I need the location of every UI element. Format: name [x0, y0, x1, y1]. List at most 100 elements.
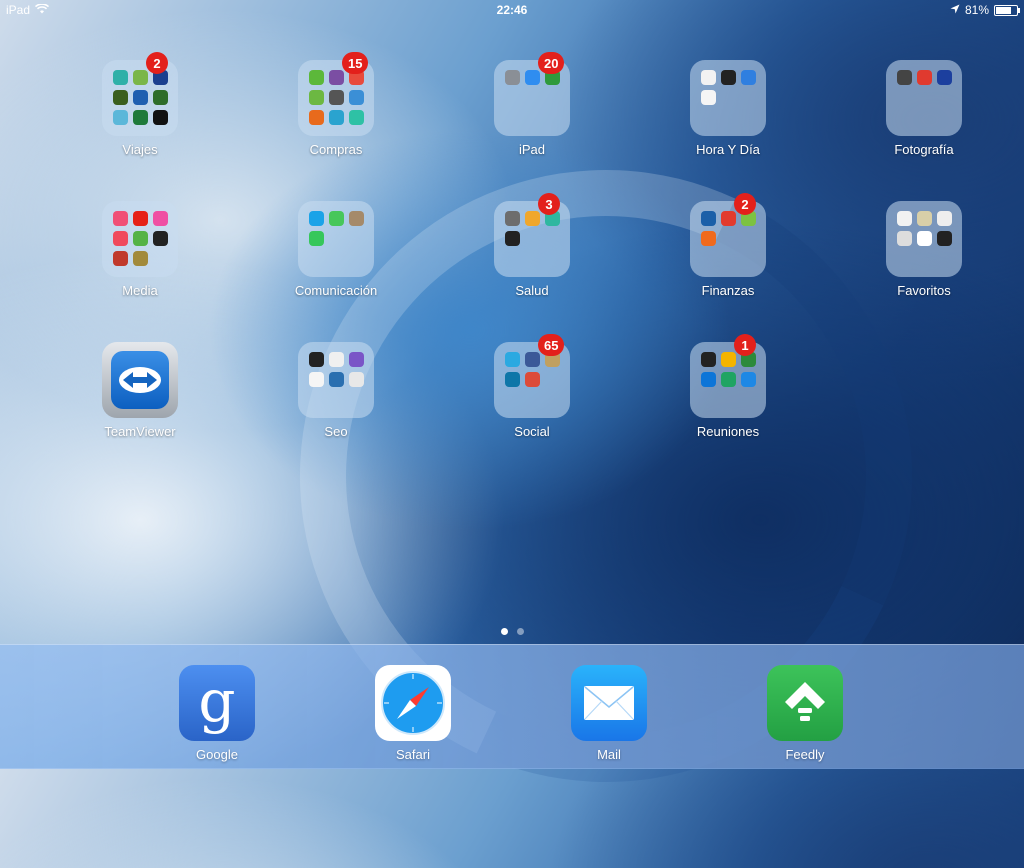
mini-app-icon: [308, 110, 324, 125]
folder-ipad[interactable]: 20 iPad: [434, 52, 630, 201]
mini-app-icon: [328, 70, 344, 85]
app-label: Media: [122, 283, 158, 298]
notification-badge: 65: [538, 334, 565, 356]
dock-app-safari[interactable]: Safari: [353, 665, 473, 762]
mini-app-icon: [328, 352, 344, 367]
mini-app-icon: [720, 70, 736, 85]
mini-app-icon: [132, 211, 148, 226]
folder-icon[interactable]: [102, 201, 178, 277]
mini-app-icon: [700, 211, 716, 226]
folder-icon[interactable]: [690, 60, 766, 136]
folder-reuniones[interactable]: 1 Reuniones: [630, 334, 826, 483]
google-icon[interactable]: g: [179, 665, 255, 741]
mini-app-icon: [524, 70, 540, 85]
dock-app-google[interactable]: g Google: [157, 665, 277, 762]
folder-viajes[interactable]: 2 Viajes: [42, 52, 238, 201]
mini-app-icon: [504, 211, 520, 226]
mini-app-icon: [328, 90, 344, 105]
mini-app-icon: [348, 211, 364, 226]
dock-label-google: Google: [196, 747, 238, 762]
notification-badge: 3: [538, 193, 560, 215]
page-indicator[interactable]: [0, 628, 1024, 635]
mini-app-icon: [700, 231, 716, 246]
safari-compass-icon[interactable]: [375, 665, 451, 741]
dock: g Google Safari Mail Feedly: [0, 644, 1024, 769]
mini-app-icon: [504, 70, 520, 85]
folder-social[interactable]: 65 Social: [434, 334, 630, 483]
mini-app-icon: [112, 251, 128, 266]
mini-app-icon: [916, 70, 932, 85]
mini-app-icon: [740, 372, 756, 387]
dock-app-feedly[interactable]: Feedly: [745, 665, 865, 762]
mini-app-icon: [348, 352, 364, 367]
page-dot[interactable]: [500, 628, 508, 635]
mini-app-icon: [896, 231, 912, 246]
mini-app-icon: [720, 211, 736, 226]
dock-app-mail[interactable]: Mail: [549, 665, 669, 762]
mini-app-icon: [348, 90, 364, 105]
folder-icon[interactable]: [886, 60, 962, 136]
mini-app-icon: [936, 70, 952, 85]
notification-badge: 20: [538, 52, 565, 74]
home-screen-grid: 2 Viajes 15 Compras 20 iPad Hora Y Día Fotograf…: [42, 52, 1002, 483]
status-time: 22:46: [496, 3, 528, 17]
folder-icon[interactable]: [494, 201, 570, 277]
feedly-icon[interactable]: [767, 665, 843, 741]
app-label: Viajes: [122, 142, 158, 157]
mini-app-icon: [916, 231, 932, 246]
mini-app-icon: [132, 90, 148, 105]
mini-app-icon: [152, 90, 168, 105]
mini-app-icon: [504, 372, 520, 387]
dock-label-feedly: Feedly: [785, 747, 825, 762]
mini-app-icon: [308, 352, 324, 367]
mini-app-icon: [348, 110, 364, 125]
mini-app-icon: [328, 211, 344, 226]
mail-envelope-icon[interactable]: [571, 665, 647, 741]
mini-app-icon: [152, 231, 168, 246]
mini-app-icon: [152, 110, 168, 125]
dock-label-mail: Mail: [597, 747, 621, 762]
folder-fotografia[interactable]: Fotografía: [826, 60, 1022, 201]
mini-app-icon: [896, 70, 912, 85]
app-label: iPad: [518, 142, 546, 157]
folder-icon[interactable]: [298, 342, 374, 418]
mini-app-icon: [308, 231, 324, 246]
page-dot[interactable]: [516, 628, 524, 635]
folder-compras[interactable]: 15 Compras: [238, 52, 434, 201]
folder-icon[interactable]: [690, 342, 766, 418]
mini-app-icon: [916, 211, 932, 226]
folder-icon[interactable]: [298, 201, 374, 277]
folder-media[interactable]: Media: [42, 201, 238, 342]
app-label: Compras: [309, 142, 363, 157]
folder-icon[interactable]: [102, 60, 178, 136]
app-label: Social: [514, 424, 550, 439]
folder-salud[interactable]: 3 Salud: [434, 193, 630, 342]
app-label: Finanzas: [701, 283, 755, 298]
status-bar: iPad 22:46 81%: [0, 0, 1024, 20]
app-label: Salud: [515, 283, 549, 298]
app-label: TeamViewer: [104, 424, 176, 439]
folder-comunicacion[interactable]: Comunicación: [238, 201, 434, 342]
app-label: Favoritos: [897, 283, 951, 298]
notification-badge: 2: [146, 52, 168, 74]
mini-app-icon: [308, 211, 324, 226]
mini-app-icon: [524, 352, 540, 367]
mini-app-icon: [112, 70, 128, 85]
folder-finanzas[interactable]: 2 Finanzas: [630, 193, 826, 342]
folder-hora-y-dia[interactable]: Hora Y Día: [630, 60, 826, 201]
teamviewer-icon[interactable]: [102, 342, 178, 418]
folder-icon[interactable]: [886, 201, 962, 277]
folder-favoritos[interactable]: Favoritos: [826, 201, 1022, 342]
notification-badge: 15: [342, 52, 369, 74]
location-arrow-icon: [950, 3, 960, 17]
mini-app-icon: [700, 70, 716, 85]
mini-app-icon: [132, 251, 148, 266]
mini-app-icon: [524, 211, 540, 226]
app-teamviewer[interactable]: TeamViewer: [42, 342, 238, 483]
mini-app-icon: [112, 211, 128, 226]
mini-app-icon: [132, 70, 148, 85]
folder-icon[interactable]: [690, 201, 766, 277]
teamviewer-arrows-icon: [111, 351, 169, 409]
folder-seo[interactable]: Seo: [238, 342, 434, 483]
mini-app-icon: [896, 211, 912, 226]
